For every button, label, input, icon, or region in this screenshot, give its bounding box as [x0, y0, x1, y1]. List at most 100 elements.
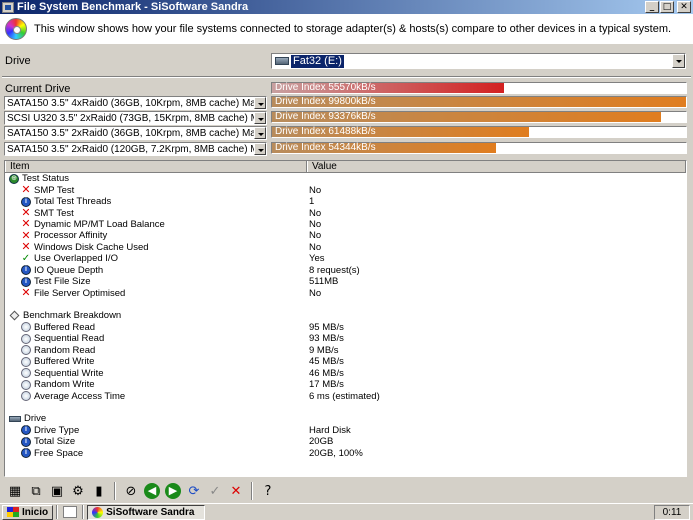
- reference-drive-select-1[interactable]: SATA150 3.5" 4xRaid0 (36GB, 10Krpm, 8MB …: [4, 96, 267, 110]
- column-header-item[interactable]: Item: [5, 161, 307, 172]
- taskbar: Inicio SiSoftware Sandra 0:11: [0, 503, 693, 520]
- header-description: This window shows how your file systems …: [34, 23, 672, 35]
- drive-dropdown-button[interactable]: [672, 54, 685, 68]
- row-item-label: IO Queue Depth: [34, 264, 104, 276]
- close-button[interactable]: ✕: [677, 1, 691, 13]
- current-drive-label: Current Drive: [5, 83, 71, 95]
- list-row[interactable]: Buffered Read 95 MB/s: [5, 322, 686, 333]
- row-item-cell: Benchmark Breakdown: [5, 310, 307, 321]
- list-row[interactable]: Random Write 17 MB/s: [5, 379, 686, 390]
- row-item-cell: ✕ Windows Disk Cache Used: [5, 240, 307, 254]
- row-value: 93 MB/s: [309, 333, 344, 345]
- row-item-cell: i IO Queue Depth: [5, 265, 307, 276]
- row-value: 46 MB/s: [309, 367, 344, 379]
- results-list[interactable]: Item Value ⊕ Test Status ✕ SMP Test No i Total…: [4, 160, 687, 477]
- window-title: File System Benchmark - SiSoftware Sandr…: [17, 1, 249, 13]
- reference-drive-select-4[interactable]: SATA150 3.5" 2xRaid0 (120GB, 7.2Krpm, 8M…: [4, 142, 267, 156]
- sandra-disc-icon: [5, 18, 27, 40]
- list-row[interactable]: [5, 402, 686, 413]
- list-row[interactable]: ✕ SMT Test No: [5, 207, 686, 219]
- report-icon[interactable]: ▦: [6, 482, 24, 500]
- gauge-icon: [21, 322, 31, 333]
- drive-select[interactable]: Fat32 (E:): [271, 53, 686, 69]
- list-row[interactable]: ✕ Processor Affinity No: [5, 230, 686, 242]
- list-row[interactable]: ✓ Use Overlapped I/O Yes: [5, 253, 686, 264]
- list-row[interactable]: i Test File Size 511MB: [5, 276, 686, 287]
- save-icon[interactable]: ▣: [48, 482, 66, 500]
- copy-icon[interactable]: ⧉: [27, 482, 45, 500]
- list-row[interactable]: i Free Space 20GB, 100%: [5, 448, 686, 459]
- list-row[interactable]: Sequential Write 46 MB/s: [5, 367, 686, 379]
- row-value: 6 ms (estimated): [309, 390, 380, 402]
- filter-icon[interactable]: ⊘: [122, 482, 140, 500]
- reference-drive-select-2[interactable]: SCSI U320 3.5" 2xRaid0 (73GB, 15Krpm, 8M…: [4, 111, 267, 125]
- chevron-down-icon[interactable]: [254, 143, 266, 155]
- row-value: No: [309, 218, 322, 230]
- list-header: Item Value: [5, 161, 686, 173]
- drive-label: Drive: [5, 55, 31, 67]
- current-drive-bar-text: Drive Index 55570kB/s: [275, 82, 376, 93]
- list-row[interactable]: [5, 299, 686, 310]
- chevron-down-icon[interactable]: [254, 127, 266, 139]
- list-row[interactable]: Buffered Write 45 MB/s: [5, 356, 686, 367]
- separator: [2, 76, 691, 78]
- benchmark-icon: [9, 311, 20, 321]
- x-icon: ✕: [21, 240, 31, 254]
- row-item-cell: ✕ File Server Optimised: [5, 287, 307, 299]
- drive-selected-value: Fat32 (E:): [291, 54, 344, 68]
- list-row[interactable]: Sequential Read 93 MB/s: [5, 333, 686, 344]
- refresh-icon[interactable]: ⟳: [185, 482, 203, 500]
- row-item-cell: ✓ Use Overlapped I/O: [5, 253, 307, 264]
- start-label: Inicio: [22, 506, 49, 518]
- list-row[interactable]: Benchmark Breakdown: [5, 310, 686, 321]
- list-row[interactable]: ⊕ Test Status: [5, 173, 686, 184]
- cancel-icon[interactable]: ✕: [227, 482, 245, 500]
- row-item-cell: Random Read: [5, 345, 307, 356]
- start-button[interactable]: Inicio: [2, 504, 54, 520]
- reference-drive-bar-2: Drive Index 93376kB/s: [271, 111, 687, 123]
- list-row[interactable]: Random Read 9 MB/s: [5, 345, 686, 356]
- column-header-value[interactable]: Value: [307, 161, 686, 172]
- row-item-label: Total Size: [34, 436, 76, 448]
- row-item-cell: ✕ Dynamic MP/MT Load Balance: [5, 218, 307, 230]
- minimize-button[interactable]: _: [645, 1, 659, 13]
- list-row[interactable]: Average Access Time 6 ms (estimated): [5, 390, 686, 402]
- list-row[interactable]: ✕ Windows Disk Cache Used No: [5, 240, 686, 254]
- forward-icon[interactable]: ▶: [164, 482, 182, 500]
- help-icon[interactable]: ?: [259, 482, 277, 500]
- chevron-down-icon[interactable]: [254, 112, 266, 124]
- list-row[interactable]: ✕ File Server Optimised No: [5, 287, 686, 299]
- back-icon[interactable]: ◀: [143, 482, 161, 500]
- row-item-label: Buffered Write: [34, 356, 95, 368]
- list-row[interactable]: i Total Size 20GB: [5, 436, 686, 447]
- check-icon[interactable]: ✓: [206, 482, 224, 500]
- maximize-button[interactable]: □: [660, 1, 674, 13]
- list-row[interactable]: i IO Queue Depth 8 request(s): [5, 265, 686, 276]
- row-item-label: SMT Test: [34, 207, 74, 219]
- quick-launch-icon[interactable]: [63, 506, 78, 518]
- list-row[interactable]: ✕ Dynamic MP/MT Load Balance No: [5, 218, 686, 230]
- taskbar-separator: [82, 505, 85, 519]
- row-item-label: Buffered Read: [34, 321, 96, 333]
- taskbar-task-sandra[interactable]: SiSoftware Sandra: [87, 504, 206, 520]
- reference-drive-name: SCSI U320 3.5" 2xRaid0 (73GB, 15Krpm, 8M…: [7, 112, 254, 124]
- row-item-label: File Server Optimised: [34, 287, 126, 299]
- options-icon[interactable]: ⚙: [69, 482, 87, 500]
- chevron-down-icon[interactable]: [254, 97, 266, 109]
- row-value: No: [309, 207, 322, 219]
- reference-drive-select-3[interactable]: SATA150 3.5" 2xRaid0 (36GB, 10Krpm, 8MB …: [4, 126, 267, 140]
- list-body: ⊕ Test Status ✕ SMP Test No i Total Test Threa…: [5, 173, 686, 459]
- reference-drive-bar-4: Drive Index 54344kB/s: [271, 142, 687, 154]
- list-row[interactable]: ✕ SMP Test No: [5, 184, 686, 196]
- row-value: No: [309, 287, 322, 299]
- row-item-cell: Random Write: [5, 379, 307, 390]
- list-row[interactable]: Drive: [5, 413, 686, 424]
- info-icon: i: [21, 265, 31, 276]
- row-item-label: Windows Disk Cache Used: [34, 241, 149, 253]
- list-row[interactable]: i Drive Type Hard Disk: [5, 425, 686, 436]
- info-icon: i: [21, 436, 31, 447]
- chart-icon[interactable]: ▮: [90, 482, 108, 500]
- app-icon: [2, 1, 14, 13]
- list-row[interactable]: i Total Test Threads 1: [5, 196, 686, 207]
- row-value: Yes: [309, 253, 325, 265]
